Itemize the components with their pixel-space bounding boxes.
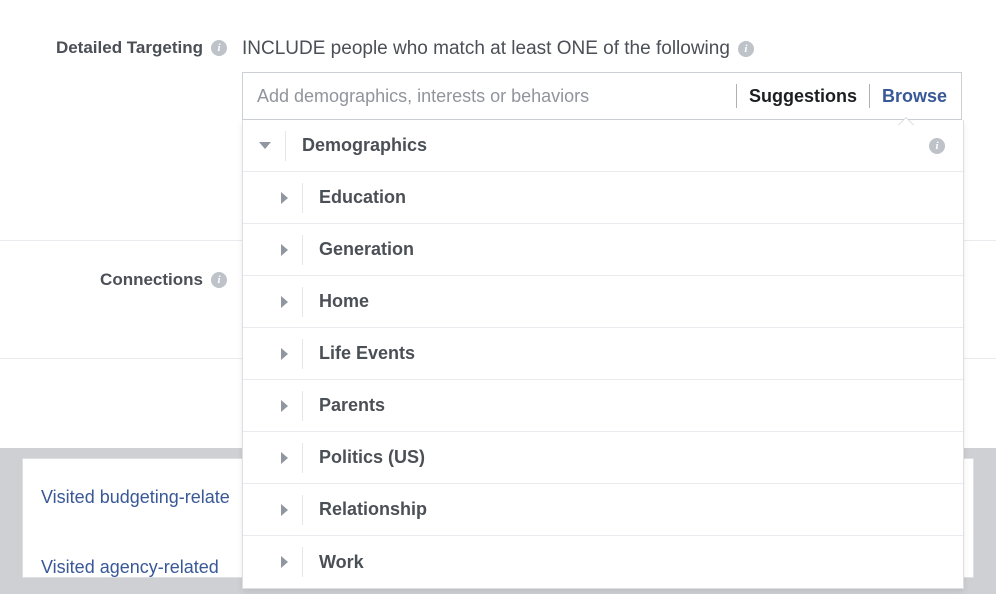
divider	[302, 391, 303, 421]
suggestions-link[interactable]: Suggestions	[749, 86, 857, 107]
targeting-search-input[interactable]	[257, 86, 724, 107]
detailed-targeting-label: Detailed Targeting i	[30, 20, 242, 58]
category-label: Life Events	[319, 343, 415, 364]
divider	[302, 495, 303, 525]
visited-agency-link[interactable]: Visited agency-related	[41, 557, 219, 578]
dropdown-caret-icon	[898, 117, 914, 125]
category-parents[interactable]: Parents	[243, 380, 963, 432]
chevron-right-icon	[281, 504, 288, 516]
category-label: Home	[319, 291, 369, 312]
divider	[302, 235, 303, 265]
divider	[302, 339, 303, 369]
category-label: Politics (US)	[319, 447, 425, 468]
chevron-right-icon	[281, 192, 288, 204]
connections-text: Connections	[100, 270, 203, 290]
connections-label: Connections i	[30, 270, 242, 290]
chevron-right-icon	[281, 452, 288, 464]
divider	[285, 131, 286, 161]
info-icon[interactable]: i	[738, 41, 754, 57]
category-label: Demographics	[302, 135, 427, 156]
category-politics-us[interactable]: Politics (US)	[243, 432, 963, 484]
divider	[302, 183, 303, 213]
category-label: Parents	[319, 395, 385, 416]
divider	[869, 84, 870, 108]
chevron-right-icon	[281, 556, 288, 568]
chevron-right-icon	[281, 400, 288, 412]
chevron-down-icon	[259, 142, 271, 149]
chevron-right-icon	[281, 244, 288, 256]
category-label: Generation	[319, 239, 414, 260]
category-label: Education	[319, 187, 406, 208]
divider	[302, 443, 303, 473]
targeting-search-box[interactable]: Suggestions Browse Demographics i Educat…	[242, 72, 962, 120]
divider	[302, 547, 303, 577]
detailed-targeting-text: Detailed Targeting	[56, 38, 203, 58]
divider	[736, 84, 737, 108]
browse-dropdown: Demographics i Education Generation Home	[242, 120, 964, 589]
include-header-text: INCLUDE people who match at least ONE of…	[242, 38, 730, 60]
category-label: Work	[319, 552, 364, 573]
category-generation[interactable]: Generation	[243, 224, 963, 276]
category-education[interactable]: Education	[243, 172, 963, 224]
category-demographics[interactable]: Demographics i	[243, 120, 963, 172]
info-icon[interactable]: i	[929, 138, 945, 154]
category-relationship[interactable]: Relationship	[243, 484, 963, 536]
category-work[interactable]: Work	[243, 536, 963, 588]
include-header: INCLUDE people who match at least ONE of…	[242, 20, 996, 60]
info-icon[interactable]: i	[211, 272, 227, 288]
divider	[302, 287, 303, 317]
browse-link[interactable]: Browse	[882, 86, 947, 107]
visited-budgeting-link[interactable]: Visited budgeting-relate	[41, 487, 230, 508]
category-life-events[interactable]: Life Events	[243, 328, 963, 380]
chevron-right-icon	[281, 348, 288, 360]
chevron-right-icon	[281, 296, 288, 308]
info-icon[interactable]: i	[211, 40, 227, 56]
category-label: Relationship	[319, 499, 427, 520]
category-home[interactable]: Home	[243, 276, 963, 328]
